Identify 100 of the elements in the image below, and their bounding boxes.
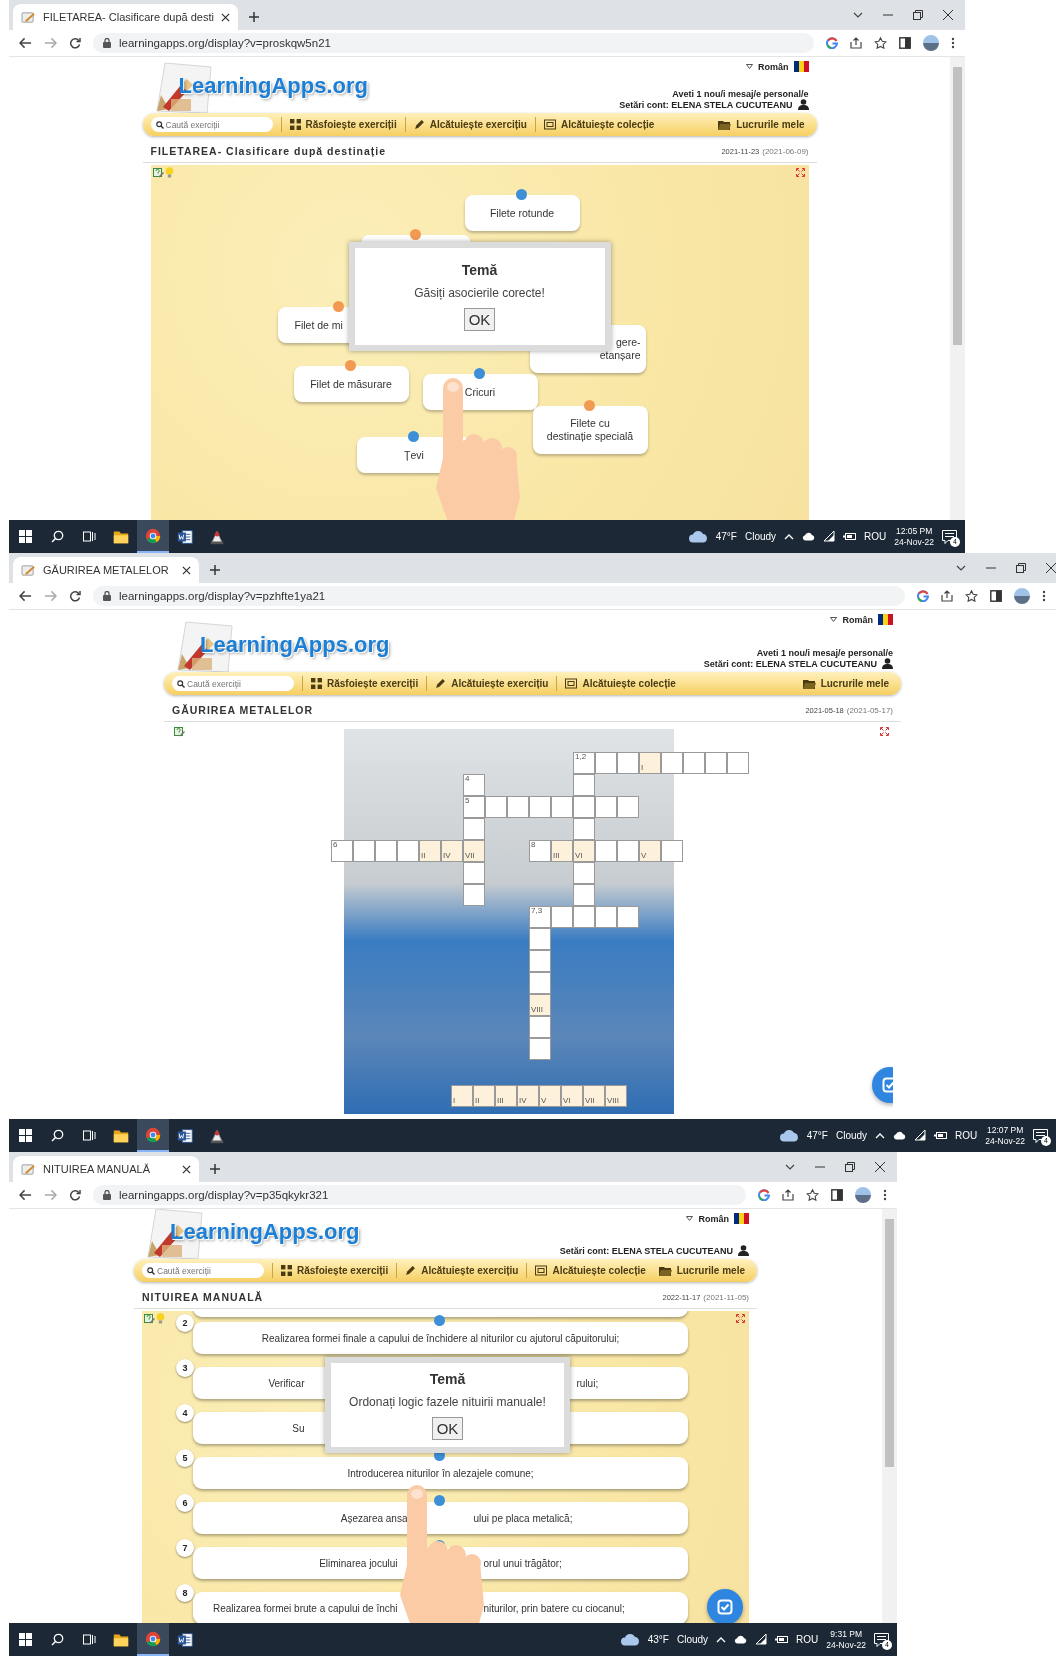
site-logo[interactable]: LearningApps.org (200, 632, 390, 658)
chevron-down-icon[interactable] (785, 1164, 795, 1170)
crossword-cell[interactable] (375, 840, 397, 862)
profile-avatar[interactable] (855, 1187, 871, 1203)
account-settings-link[interactable]: Setări cont: ELENA STELA CUCUTEANU (619, 99, 793, 110)
nav-link[interactable]: Alcătuiește exercițiu (435, 678, 549, 689)
restore-icon[interactable] (1016, 563, 1026, 573)
network-icon[interactable] (823, 531, 836, 542)
network-icon[interactable] (914, 1130, 927, 1141)
share-icon[interactable] (850, 37, 862, 49)
crossword-cell[interactable]: 4 (463, 774, 485, 796)
close-icon[interactable] (875, 1162, 885, 1172)
crossword-cell[interactable] (485, 796, 507, 818)
side-panel-icon[interactable] (899, 37, 911, 49)
crossword-cell[interactable] (573, 862, 595, 884)
back-icon[interactable] (19, 1189, 32, 1201)
sortable-card[interactable]: Realizarea formei finale a capului de închidere al niturilor cu ajutorul căpuitorului; (193, 1322, 688, 1354)
lens-icon[interactable] (758, 1189, 770, 1201)
network-icon[interactable] (755, 1634, 768, 1645)
crossword-cell[interactable] (595, 906, 617, 928)
address-bar[interactable]: learningapps.org/display?v=proskqw5n21 (93, 33, 814, 53)
close-icon[interactable] (182, 565, 191, 575)
side-panel-icon[interactable] (831, 1189, 843, 1201)
search-field[interactable]: Caută exerciții (142, 1263, 264, 1278)
close-icon[interactable] (1046, 563, 1056, 573)
share-icon[interactable] (941, 590, 953, 602)
solution-cell[interactable]: V (539, 1085, 561, 1107)
crossword-cell[interactable] (507, 796, 529, 818)
language-selector[interactable]: Român (698, 1213, 729, 1224)
crossword-cell[interactable] (595, 796, 617, 818)
help-icon[interactable] (144, 1313, 155, 1324)
crossword-cell[interactable] (529, 1016, 551, 1038)
crossword-cell[interactable] (573, 884, 595, 906)
cloud-icon[interactable] (734, 1635, 748, 1644)
close-icon[interactable] (221, 12, 230, 22)
crossword-cell[interactable]: 8 (529, 840, 551, 862)
battery-icon[interactable] (775, 1635, 789, 1644)
crossword-cell[interactable]: I (639, 752, 661, 774)
crossword-cell[interactable]: II (419, 840, 441, 862)
nav-link[interactable]: Alcătuiește exercițiu (413, 119, 527, 130)
cloud-icon[interactable] (893, 1131, 907, 1140)
crossword-cell[interactable] (617, 796, 639, 818)
nav-link[interactable]: Răsfoiește exerciții (281, 1265, 389, 1276)
back-icon[interactable] (19, 37, 32, 49)
connector-dot[interactable] (516, 189, 527, 200)
message-notice[interactable]: Aveti 1 nou/i mesaj/e personal/e (703, 648, 893, 658)
chevron-down-icon[interactable] (956, 565, 966, 571)
solution-cell[interactable]: IV (517, 1085, 539, 1107)
more-icon[interactable] (1042, 590, 1046, 602)
help-icon[interactable] (174, 726, 185, 737)
connector-dot[interactable] (408, 431, 419, 442)
profile-avatar[interactable] (1014, 588, 1030, 604)
message-notice[interactable]: Aveti 1 nou/i mesaj/e personal/e (619, 89, 809, 99)
crossword-cell[interactable] (463, 884, 485, 906)
nav-link[interactable]: Alcătuiește colecție (565, 678, 676, 689)
crossword-cell[interactable]: VIII (529, 994, 551, 1016)
input-language[interactable]: ROU (796, 1634, 819, 1645)
ok-button[interactable]: OK (463, 308, 496, 331)
browser-tab[interactable]: GĂURIREA METALELOR (13, 557, 199, 583)
clock[interactable]: 9:31 PM 24-Nov-22 (826, 1629, 866, 1650)
nav-link[interactable]: Răsfoiește exerciții (311, 678, 419, 689)
language-selector[interactable]: Român (842, 614, 873, 625)
solution-cell[interactable]: III (495, 1085, 517, 1107)
connector-dot[interactable] (434, 1495, 445, 1506)
answer-card[interactable]: Filete cu destinație specială (532, 406, 648, 454)
crossword-cell[interactable]: VI (573, 840, 595, 862)
connector-dot[interactable] (345, 360, 356, 371)
crossword-cell[interactable] (661, 752, 683, 774)
sortable-card[interactable]: Așezarea ansa ului pe placa metalică; (193, 1502, 688, 1534)
crossword-cell[interactable] (353, 840, 375, 862)
solution-cell[interactable]: VIII (605, 1085, 627, 1107)
star-icon[interactable] (806, 1189, 819, 1201)
address-bar[interactable]: learningapps.org/display?v=p35qkykr321 (93, 1185, 746, 1205)
clock[interactable]: 12:07 PM 24-Nov-22 (985, 1125, 1025, 1146)
scrollbar[interactable] (950, 57, 965, 520)
clock[interactable]: 12:05 PM 24-Nov-22 (894, 526, 934, 547)
crossword-cell[interactable] (529, 972, 551, 994)
crossword-cell[interactable] (617, 840, 639, 862)
chevron-up-icon[interactable] (875, 1132, 886, 1139)
connector-dot[interactable] (584, 400, 595, 411)
crossword-cell[interactable] (529, 928, 551, 950)
more-icon[interactable] (951, 37, 955, 49)
more-icon[interactable] (883, 1189, 887, 1201)
crossword-cell[interactable] (595, 840, 617, 862)
crossword-cell[interactable] (573, 774, 595, 796)
input-language[interactable]: ROU (955, 1130, 978, 1141)
nav-link[interactable]: Lucrurile mele (718, 119, 805, 130)
search-field[interactable]: Caută exerciții (150, 117, 273, 132)
help-icon[interactable] (152, 167, 164, 178)
answer-card[interactable]: Filete rotunde (464, 195, 580, 231)
crossword-cell[interactable] (529, 950, 551, 972)
account-settings-link[interactable]: Setări cont: ELENA STELA CUCUTEANU (559, 1245, 733, 1256)
crossword-cell[interactable]: VII (463, 840, 485, 862)
restore-icon[interactable] (913, 10, 923, 20)
connector-dot[interactable] (474, 368, 485, 379)
restore-icon[interactable] (845, 1162, 855, 1172)
crossword-cell[interactable] (463, 818, 485, 840)
site-logo[interactable]: LearningApps.org (178, 73, 368, 99)
nav-link[interactable]: Alcătuiește exercițiu (405, 1265, 519, 1276)
share-icon[interactable] (782, 1189, 794, 1201)
